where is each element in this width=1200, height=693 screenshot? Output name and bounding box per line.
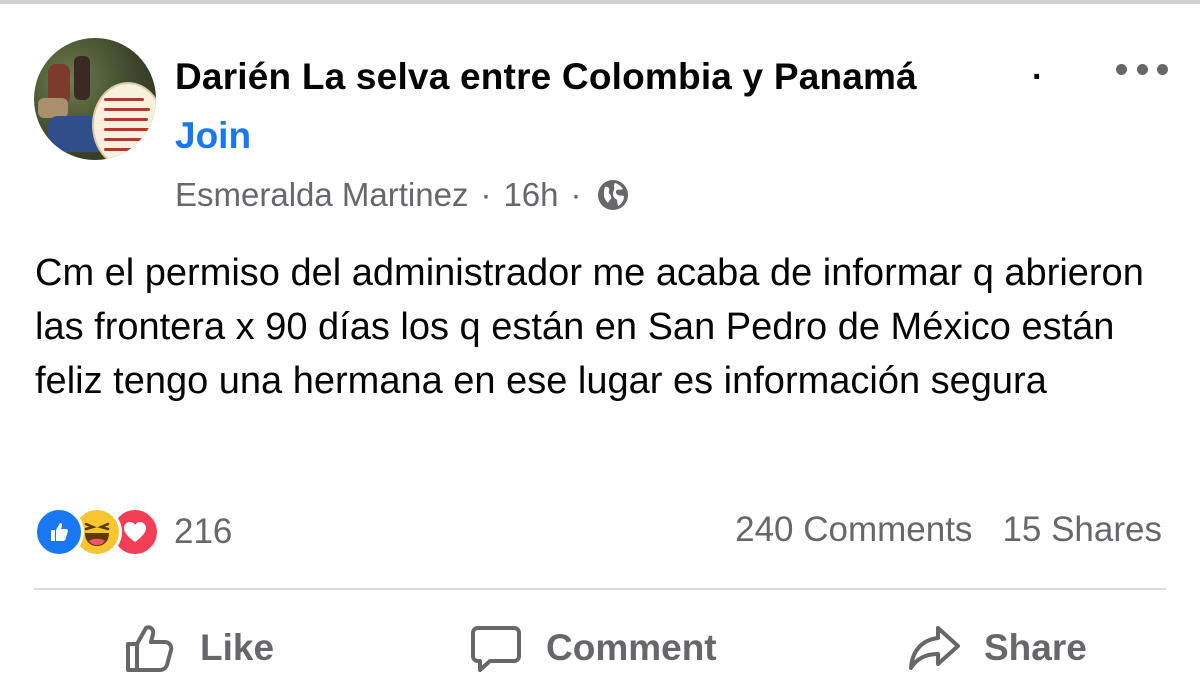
top-divider	[0, 0, 1200, 4]
post-timestamp[interactable]: 16h	[503, 176, 558, 214]
meta-separator: ·	[480, 176, 492, 213]
share-arrow-icon	[909, 626, 960, 670]
author-name-link[interactable]: Esmeralda Martinez	[175, 176, 468, 214]
comment-label: Comment	[546, 627, 717, 668]
post-meta: Esmeralda Martinez · 16h ·	[175, 176, 630, 214]
globe-icon[interactable]	[596, 178, 630, 212]
share-button[interactable]: Share	[906, 612, 1087, 684]
reaction-count: 216	[174, 512, 233, 551]
engagement-counts: 240 Comments 15 Shares	[735, 510, 1162, 550]
thumbs-up-icon	[126, 625, 174, 672]
share-label: Share	[984, 627, 1087, 668]
like-reaction-icon	[34, 507, 84, 557]
comments-count-link[interactable]: 240 Comments	[735, 510, 972, 549]
like-button[interactable]: Like	[122, 612, 274, 684]
title-separator: ·	[1032, 58, 1044, 96]
like-label: Like	[200, 627, 275, 668]
comment-button[interactable]: Comment	[468, 612, 717, 684]
reactions-summary[interactable]: 216	[34, 507, 233, 557]
post-body: Cm el permiso del administrador me acaba…	[35, 252, 1144, 402]
meta-separator: ·	[570, 176, 582, 213]
feed-post: Darién La selva entre Colombia y Panamá …	[0, 0, 1200, 693]
more-options-icon[interactable]	[1116, 58, 1168, 80]
join-group-button[interactable]: Join	[175, 115, 251, 157]
shares-count-link[interactable]: 15 Shares	[1002, 510, 1162, 549]
post-actions-bar: Like Comment Share	[0, 612, 1200, 684]
group-name-link[interactable]: Darién La selva entre Colombia y Panamá	[175, 56, 917, 98]
comment-bubble-icon	[471, 626, 521, 672]
actions-divider	[34, 588, 1166, 590]
group-avatar[interactable]	[34, 38, 156, 160]
